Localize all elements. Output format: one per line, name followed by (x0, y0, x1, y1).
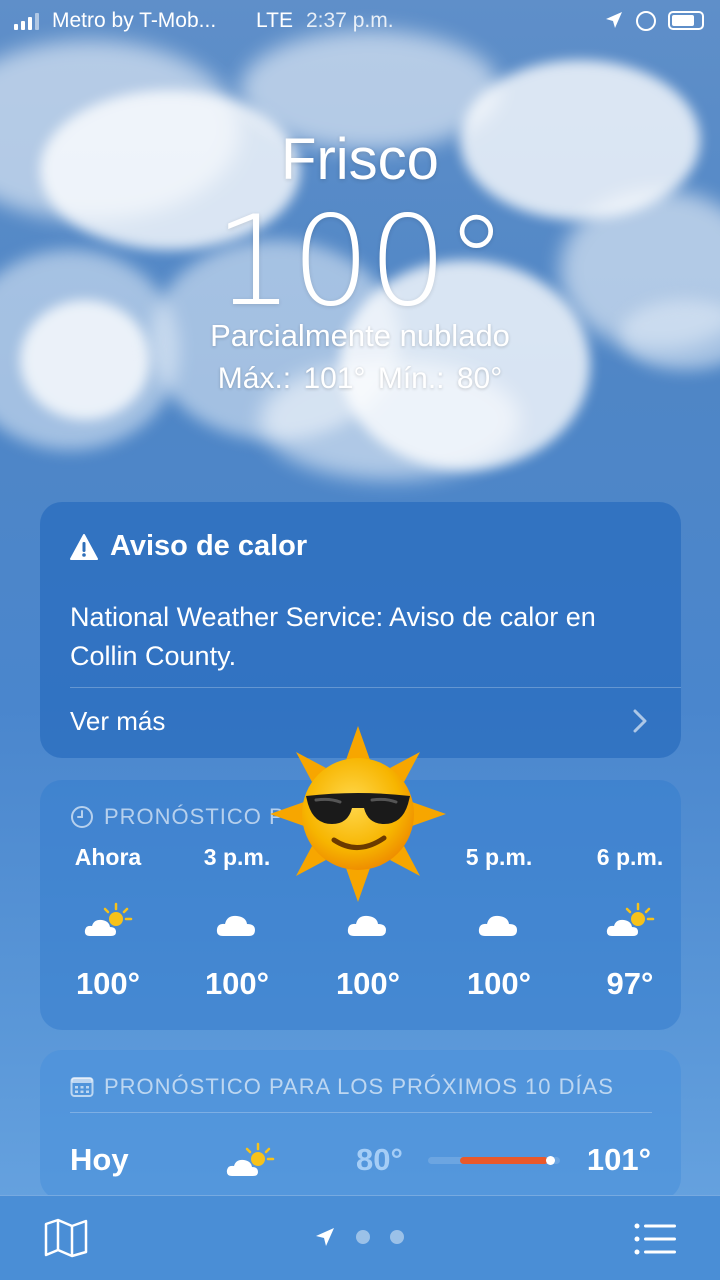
hour-label: 6 p.m. (596, 844, 664, 870)
current-temperature-value: 100° (214, 190, 508, 334)
alert-title-row: Aviso de calor (70, 530, 307, 563)
page-dot[interactable] (390, 1230, 404, 1244)
temperature-range-fill (460, 1157, 548, 1164)
day-high-temp: 101° (586, 1142, 651, 1177)
hour-temp: 100° (75, 966, 141, 1001)
partly-sunny-icon (570, 902, 690, 942)
hourly-forecast-title: PRONÓSTICO P (104, 804, 285, 829)
day-label: Hoy (70, 1142, 129, 1177)
signal-icon (14, 12, 39, 30)
hour-item: 5 p.m. 100° (439, 844, 559, 1002)
status-bar: Metro by T-Mob... LTE 2:37 p.m. (0, 0, 720, 42)
hour-label: Ahora (74, 844, 142, 870)
city-name: Frisco (281, 127, 439, 192)
calendar-icon (70, 1077, 94, 1097)
list-icon[interactable] (634, 1222, 678, 1256)
high-low-temps: Máx.: 101° Mín.: 80° (217, 362, 503, 395)
chevron-right-icon[interactable] (629, 706, 651, 736)
hour-item: 6 p.m. 97° (570, 844, 690, 1002)
day-low-temp: 80° (356, 1142, 403, 1177)
daily-forecast-header: PRONÓSTICO PARA LOS PRÓXIMOS 10 DÍAS (70, 1074, 614, 1100)
divider (70, 1112, 652, 1113)
weather-condition: Parcialmente nublado (210, 318, 510, 353)
sun-with-sunglasses-emoji (270, 726, 446, 902)
status-time: 2:37 p.m. (306, 9, 394, 32)
alert-body: National Weather Service: Aviso de calor… (70, 602, 596, 671)
map-icon[interactable] (44, 1218, 88, 1258)
daily-forecast-title: PRONÓSTICO PARA LOS PRÓXIMOS 10 DÍAS (104, 1074, 614, 1099)
hour-temp: 97° (606, 966, 654, 1001)
partly-sunny-icon (48, 902, 168, 942)
network-type: LTE (256, 9, 293, 32)
current-temp-dot (546, 1156, 555, 1165)
battery-icon (668, 11, 704, 30)
hour-temp: 100° (204, 966, 270, 1001)
hour-label: 5 p.m. (465, 844, 533, 870)
page-dot[interactable] (356, 1230, 370, 1244)
partly-sunny-icon (224, 1142, 276, 1187)
cloud-icon (177, 902, 297, 942)
page-indicator[interactable] (314, 1226, 404, 1248)
heat-advisory-card[interactable]: Aviso de calor National Weather Service:… (40, 502, 681, 758)
hour-temp: 100° (466, 966, 532, 1001)
divider (70, 687, 681, 688)
bottom-toolbar (0, 1195, 720, 1280)
hour-temp: 100° (335, 966, 401, 1001)
orientation-lock-icon (636, 11, 656, 31)
location-icon (604, 10, 624, 36)
cloud-icon (308, 902, 428, 942)
location-arrow-icon[interactable] (314, 1226, 336, 1248)
warning-icon (70, 533, 98, 560)
temperature-range-bar (428, 1156, 560, 1165)
see-more-link[interactable]: Ver más (70, 706, 165, 737)
hourly-forecast-header: PRONÓSTICO P (70, 804, 285, 830)
alert-title: Aviso de calor (110, 530, 308, 562)
hour-item: Ahora 100° (48, 844, 168, 1002)
daily-forecast-card[interactable]: PRONÓSTICO PARA LOS PRÓXIMOS 10 DÍAS Hoy… (40, 1050, 681, 1200)
current-temperature: 100° (0, 190, 720, 334)
carrier-name: Metro by T-Mob... (52, 9, 217, 32)
cloud-icon (439, 902, 559, 942)
clock-icon (71, 806, 93, 828)
